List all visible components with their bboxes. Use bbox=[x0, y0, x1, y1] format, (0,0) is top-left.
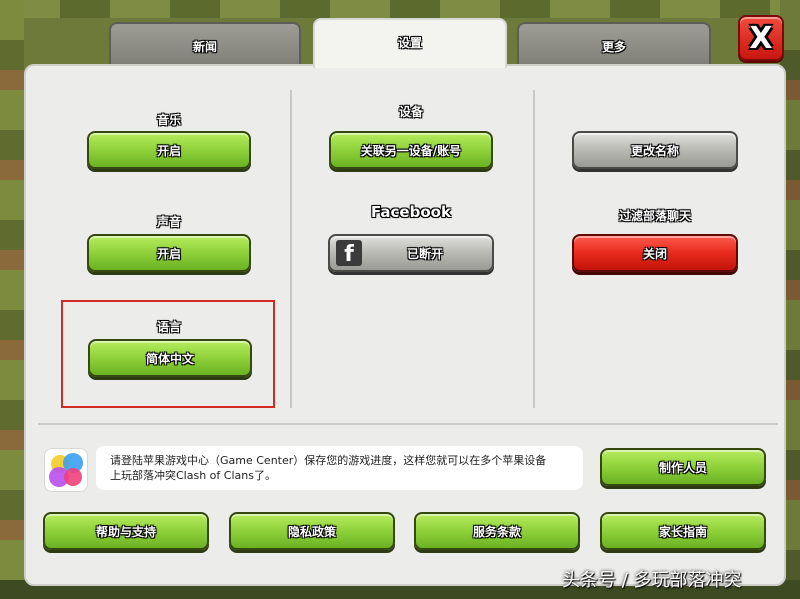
game-background-left bbox=[0, 0, 24, 599]
game-background-top bbox=[0, 0, 800, 18]
watermark: 头条号 / 多玩部落冲突 bbox=[562, 570, 742, 591]
help-support-button[interactable]: 帮助与支持 bbox=[43, 512, 209, 550]
help-button-label: 帮助与支持 bbox=[95, 524, 156, 539]
game-center-text-line2: 上玩部落冲突Clash of Clans了。 bbox=[110, 469, 276, 482]
game-center-text-line1: 请登陆苹果游戏中心（Game Center）保存您的游戏进度，这样您就可以在多个… bbox=[110, 454, 547, 467]
music-label: 音乐 bbox=[156, 113, 181, 127]
sound-label: 声音 bbox=[156, 215, 181, 229]
credits-button-label: 制作人员 bbox=[658, 460, 707, 475]
section-divider bbox=[38, 423, 778, 425]
facebook-f-icon: f bbox=[336, 240, 362, 266]
change-name-button[interactable]: 更改名称 bbox=[572, 131, 738, 169]
music-toggle-button[interactable]: 开启 bbox=[87, 131, 251, 169]
game-center-message: 请登陆苹果游戏中心（Game Center）保存您的游戏进度，这样您就可以在多个… bbox=[96, 446, 583, 490]
parents-button-label: 家长指南 bbox=[658, 524, 707, 539]
music-button-label: 开启 bbox=[156, 143, 181, 158]
game-center-icon[interactable] bbox=[44, 448, 88, 492]
facebook-button[interactable]: f 已断开 bbox=[328, 234, 494, 272]
sound-toggle-button[interactable]: 开启 bbox=[87, 234, 251, 272]
chat-filter-button-label: 关闭 bbox=[642, 246, 667, 261]
tab-more[interactable]: 更多 bbox=[517, 22, 711, 70]
change-name-button-label: 更改名称 bbox=[630, 143, 679, 158]
tab-news[interactable]: 新闻 bbox=[109, 22, 301, 70]
tab-settings-label: 设置 bbox=[397, 36, 422, 50]
close-icon: X bbox=[749, 20, 773, 56]
link-device-button[interactable]: 关联另一设备/账号 bbox=[329, 131, 493, 169]
credits-button[interactable]: 制作人员 bbox=[600, 448, 766, 486]
device-label: 设备 bbox=[398, 105, 423, 119]
terms-button-label: 服务条款 bbox=[472, 524, 521, 539]
privacy-policy-button[interactable]: 隐私政策 bbox=[229, 512, 395, 550]
chat-filter-label: 过滤部落聊天 bbox=[618, 209, 691, 223]
privacy-button-label: 隐私政策 bbox=[287, 524, 336, 539]
facebook-button-label: 已断开 bbox=[406, 246, 443, 261]
sound-button-label: 开启 bbox=[156, 246, 181, 261]
close-button[interactable]: X bbox=[738, 15, 784, 61]
column-divider-right bbox=[533, 90, 535, 408]
facebook-label: Facebook bbox=[371, 203, 451, 221]
column-divider-left bbox=[290, 90, 292, 408]
chat-filter-toggle-button[interactable]: 关闭 bbox=[572, 234, 738, 272]
terms-of-service-button[interactable]: 服务条款 bbox=[414, 512, 580, 550]
link-device-button-label: 关联另一设备/账号 bbox=[360, 143, 462, 158]
highlight-box bbox=[61, 300, 275, 408]
parents-guide-button[interactable]: 家长指南 bbox=[600, 512, 766, 550]
tab-settings[interactable]: 设置 bbox=[313, 18, 507, 68]
